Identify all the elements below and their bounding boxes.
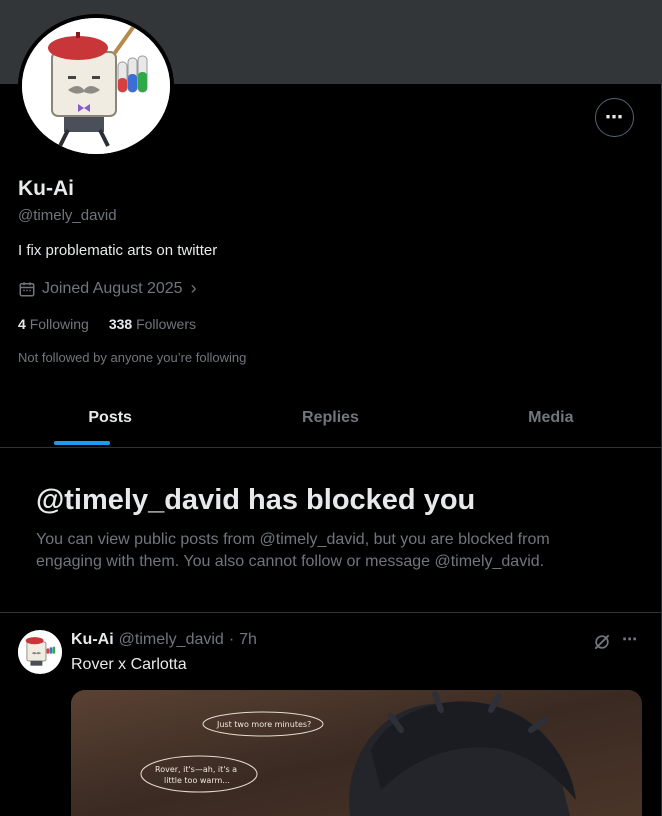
followers-link[interactable]: 338 Followers xyxy=(109,316,196,332)
following-label: Following xyxy=(29,316,89,332)
bubble-text-3: little too warm... xyxy=(164,776,230,785)
tab-replies-label: Replies xyxy=(302,409,359,426)
follow-stats: 4 Following 338 Followers xyxy=(18,316,196,332)
more-horizontal-icon: ⋯ xyxy=(622,631,638,648)
post-more-button[interactable]: ⋯ xyxy=(622,630,638,648)
bubble-text-2: Rover, it's—ah, it's a xyxy=(155,765,237,774)
tab-media[interactable]: Media xyxy=(441,390,661,447)
post-author-name[interactable]: Ku-Ai xyxy=(71,631,114,649)
profile-tabs: Posts Replies Media xyxy=(0,390,661,448)
artwork-image: Just two more minutes? Rover, it's—ah, i… xyxy=(71,690,642,816)
post-separator: · xyxy=(228,631,235,648)
following-link[interactable]: 4 Following xyxy=(18,316,89,332)
post-header: Ku-Ai @timely_david · 7h xyxy=(71,631,257,649)
post-media-image[interactable]: Just two more minutes? Rover, it's—ah, i… xyxy=(71,690,642,816)
not-followed-notice: Not followed by anyone you’re following xyxy=(18,350,247,365)
tab-replies[interactable]: Replies xyxy=(220,390,440,447)
joined-label: Joined August 2025 xyxy=(42,279,183,297)
tab-media-label: Media xyxy=(528,409,574,426)
post-time[interactable]: 7h xyxy=(239,631,257,649)
post-avatar-illustration xyxy=(18,631,62,673)
following-count: 4 xyxy=(18,316,26,332)
post-text: Rover x Carlotta xyxy=(71,656,187,673)
more-options-button[interactable]: ⋯ xyxy=(595,98,634,137)
more-horizontal-icon: ⋯ xyxy=(605,107,624,127)
post-avatar[interactable] xyxy=(18,630,62,674)
bubble-text-1: Just two more minutes? xyxy=(216,720,311,729)
calendar-icon xyxy=(19,281,35,296)
blocked-description: You can view public posts from @timely_d… xyxy=(36,531,550,570)
post-author-handle[interactable]: @timely_david xyxy=(119,631,224,649)
grok-icon[interactable] xyxy=(592,632,612,652)
profile-name: Ku-Ai xyxy=(18,177,74,200)
followers-count: 338 xyxy=(108,316,133,332)
joined-date[interactable]: Joined August 2025 › xyxy=(18,278,197,299)
profile-bio: I fix problematic arts on twitter xyxy=(18,242,218,259)
blocked-title: @timely_david has blocked you xyxy=(36,484,476,516)
tab-posts-label: Posts xyxy=(88,409,132,426)
profile-handle: @timely_david xyxy=(18,207,117,224)
profile-avatar[interactable] xyxy=(18,14,174,158)
chevron-right-icon: › xyxy=(190,278,197,298)
avatar-illustration xyxy=(22,18,170,154)
active-tab-indicator xyxy=(54,441,111,445)
followers-label: Followers xyxy=(136,316,196,332)
tab-posts[interactable]: Posts xyxy=(0,390,220,447)
section-divider xyxy=(0,612,661,613)
